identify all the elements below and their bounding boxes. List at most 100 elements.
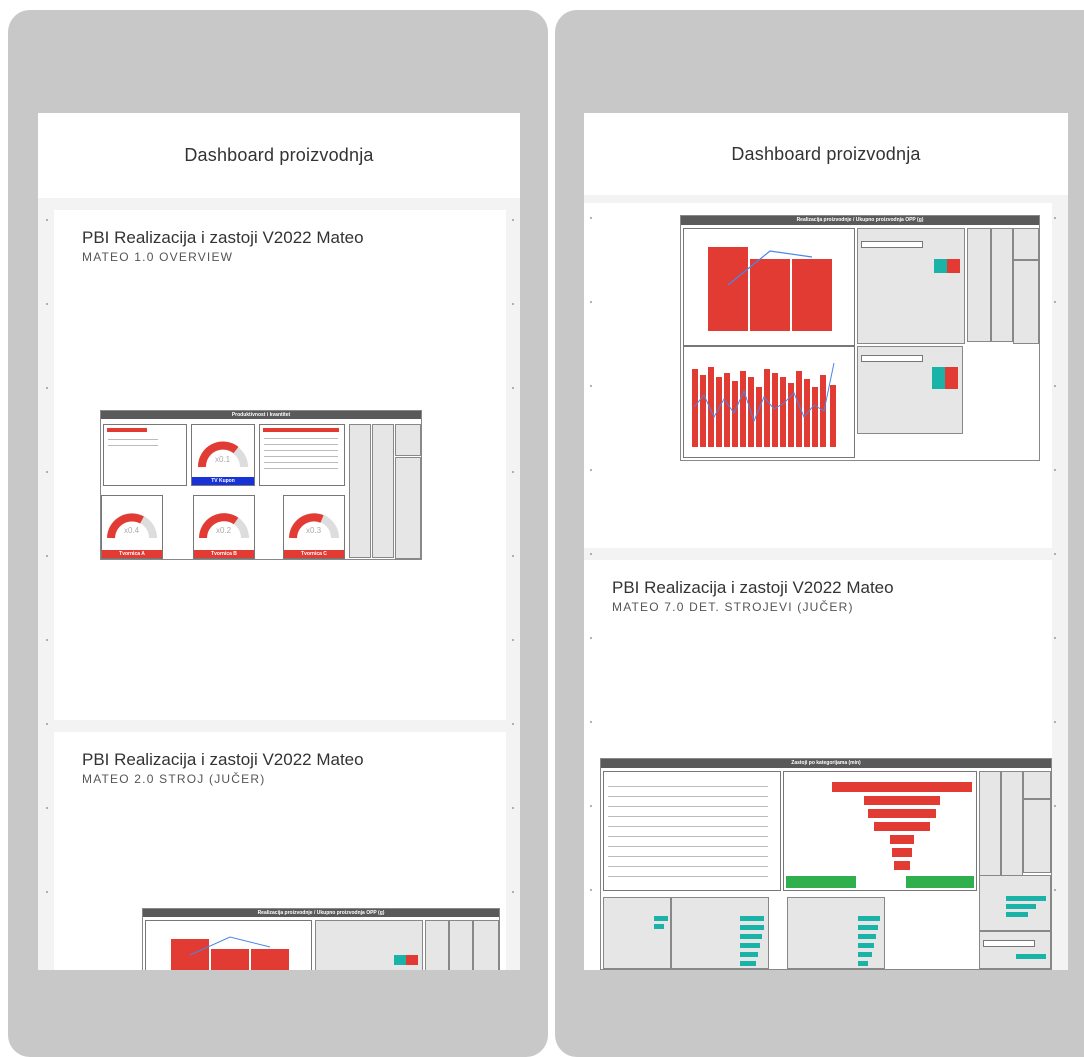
trend-line-icon: [727, 250, 813, 286]
resize-handle: [512, 807, 514, 809]
right-phone-screen[interactable]: Dashboard proizvodnja Realizacija proizv…: [584, 113, 1068, 970]
slicer-panel: [967, 228, 991, 342]
resize-handle: [512, 303, 514, 305]
gauge-badge: Tvornica C: [284, 550, 344, 558]
filter-panel: [857, 346, 963, 434]
table-line: [264, 462, 338, 463]
table-line: [608, 876, 768, 877]
funnel-bar: [864, 796, 940, 805]
gauge-card: x0.1 TV Kupon: [191, 424, 255, 486]
gauge-badge: Tvornica B: [194, 550, 254, 558]
gauge-value: x0.2: [216, 526, 232, 535]
funnel-bar: [894, 861, 910, 870]
dashboard-tile-machine-report[interactable]: Realizacija proizvodnje / Ukupno proizvo…: [584, 203, 1052, 548]
filter-panel: [787, 897, 885, 969]
teal-bar: [654, 916, 668, 921]
status-bar: [394, 955, 418, 965]
resize-handle: [1054, 637, 1056, 639]
gauge-card: x0.3 Tvornica C: [283, 495, 345, 559]
table-line: [608, 836, 768, 837]
resize-handle: [46, 723, 48, 725]
thumbnail-header: Realizacija proizvodnje / Ukupno proizvo…: [143, 909, 499, 917]
resize-handle: [46, 639, 48, 641]
table-line: [608, 796, 768, 797]
trend-line-icon: [189, 936, 271, 956]
slicer-panel: [991, 228, 1013, 342]
green-card: [906, 876, 974, 888]
thumbnail-table: [103, 424, 187, 486]
teal-bar: [740, 952, 758, 957]
resize-handle: [512, 219, 514, 221]
teal-bar: [740, 925, 764, 930]
resize-handle: [512, 387, 514, 389]
teal-bar: [858, 934, 876, 939]
right-phone-frame: Dashboard proizvodnja Realizacija proizv…: [555, 10, 1084, 1057]
slicer-panel: [1013, 260, 1039, 344]
thumbnail-table-right: [259, 424, 345, 486]
funnel-bar: [868, 809, 936, 818]
thumbnail-header: Realizacija proizvodnje / Ukupno proizvo…: [681, 216, 1039, 225]
teal-bar: [740, 961, 756, 966]
resize-handle: [46, 891, 48, 893]
gauge-value: x0.1: [215, 455, 231, 464]
left-phone-screen[interactable]: Dashboard proizvodnja PBI Realizacija i …: [38, 113, 520, 970]
gauge-icon: [107, 513, 157, 539]
gauge-badge: TV Kupon: [192, 477, 254, 485]
filter-panel: [979, 875, 1051, 931]
resize-handle: [1054, 385, 1056, 387]
left-phone-frame: Dashboard proizvodnja PBI Realizacija i …: [8, 10, 548, 1057]
resize-handle: [590, 301, 592, 303]
resize-handle: [1054, 301, 1056, 303]
slicer-panel: [395, 457, 421, 559]
resize-handle: [590, 637, 592, 639]
dashboard-tile-machine[interactable]: PBI Realizacija i zastoji V2022 Mateo MA…: [54, 732, 506, 970]
gauge-icon: [199, 513, 249, 539]
resize-handle: [512, 723, 514, 725]
resize-handle: [1054, 469, 1056, 471]
table-line: [608, 806, 768, 807]
dashboard-tile-overview[interactable]: PBI Realizacija i zastoji V2022 Mateo MA…: [54, 210, 506, 720]
status-bar: [932, 367, 958, 389]
resize-handle: [590, 805, 592, 807]
gauge-value: x0.4: [124, 526, 140, 535]
funnel-chart-panel: [783, 771, 977, 891]
filter-input: [861, 355, 923, 362]
report-thumbnail-machine: Realizacija proizvodnje / Ukupno proizvo…: [680, 215, 1040, 461]
resize-handle: [1054, 805, 1056, 807]
slicer-panel: [1013, 228, 1039, 260]
report-thumbnail-machine: Realizacija proizvodnje / Ukupno proizvo…: [142, 908, 500, 970]
resize-handle: [1054, 889, 1056, 891]
teal-bar: [858, 925, 878, 930]
resize-handle: [1054, 553, 1056, 555]
bar-chart-panel: [683, 346, 855, 458]
slicer-panel: [449, 920, 473, 970]
tile-title: PBI Realizacija i zastoji V2022 Mateo: [82, 750, 364, 769]
teal-bar: [740, 943, 760, 948]
gauge-card: x0.2 Tvornica B: [193, 495, 255, 559]
resize-handle: [590, 385, 592, 387]
table-line: [608, 786, 768, 787]
teal-bar: [1006, 896, 1046, 901]
teal-bar: [858, 961, 868, 966]
gauge-icon: [289, 513, 339, 539]
slicer-panel: [473, 920, 499, 970]
filter-input: [861, 241, 923, 248]
teal-bar: [1016, 954, 1046, 959]
slicer-panel: [349, 424, 371, 558]
filter-panel: [671, 897, 769, 969]
resize-handle: [1054, 217, 1056, 219]
slicer-panel: [395, 424, 421, 456]
teal-bar: [654, 924, 664, 929]
resize-handle: [512, 639, 514, 641]
dashboard-tile-machines-detail[interactable]: PBI Realizacija i zastoji V2022 Mateo MA…: [584, 560, 1052, 970]
slicer-panel: [1023, 771, 1051, 799]
resize-handle: [590, 889, 592, 891]
resize-handle: [590, 217, 592, 219]
table-line: [264, 444, 338, 445]
resize-handle: [46, 387, 48, 389]
table-line: [264, 450, 338, 451]
tile-subtitle: MATEO 7.0 DET. STROJEVI (JUČER): [612, 600, 854, 614]
dashboard-title: Dashboard proizvodnja: [731, 143, 921, 164]
funnel-bar: [832, 782, 972, 792]
teal-bar: [740, 934, 762, 939]
